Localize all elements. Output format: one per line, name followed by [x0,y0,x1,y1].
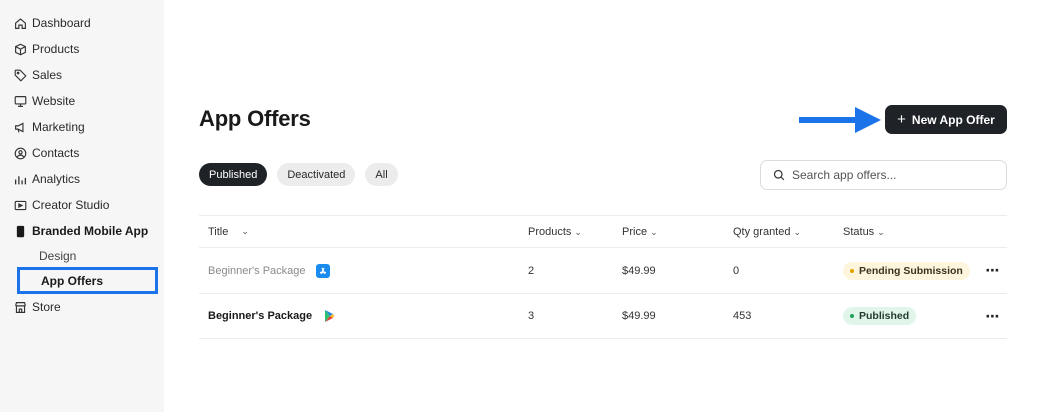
more-options-icon[interactable]: ⋯ [979,262,1007,279]
main-content: App Offers + New App Offer Published Dea… [199,0,1007,412]
offer-price: $49.99 [622,310,656,322]
sidebar-subitem-design[interactable]: Design [0,244,164,267]
chevron-down-icon: ⌄ [650,226,658,237]
offers-table: Title ⌄ Products ⌄ Price ⌄ Qty granted ⌄ Sta… [199,215,1007,339]
page-title: App Offers [199,106,311,131]
phone-icon [14,225,27,238]
sidebar: Dashboard Products Sales Website Marketi… [0,0,164,412]
sidebar-item-store[interactable]: Store [0,294,164,320]
sidebar-item-branded-mobile-app[interactable]: Branded Mobile App [0,218,164,244]
offer-price: $49.99 [622,264,656,277]
monitor-icon [14,95,27,108]
sidebar-item-label: Branded Mobile App [32,224,149,238]
sidebar-item-creator-studio[interactable]: Creator Studio [0,192,164,218]
filter-deactivated[interactable]: Deactivated [277,163,356,186]
sidebar-item-analytics[interactable]: Analytics [0,166,164,192]
sidebar-item-label: Contacts [32,146,80,160]
arrow-right-icon [799,107,881,133]
search-box[interactable] [760,160,1007,190]
box-icon [14,43,27,56]
table-row[interactable]: Beginner's Package 3 $49.99 453 Publishe… [199,293,1007,339]
sidebar-item-label: Analytics [32,172,81,186]
table-header: Title ⌄ Products ⌄ Price ⌄ Qty granted ⌄ Sta… [199,215,1007,247]
bar-chart-icon [14,173,27,186]
new-app-offer-button[interactable]: + New App Offer [885,105,1007,134]
offer-title[interactable]: Beginner's Package [208,265,306,277]
search-input[interactable] [792,168,992,182]
sidebar-item-label: Website [32,94,76,108]
sidebar-item-label: Store [32,300,61,314]
chevron-down-icon: ⌄ [574,226,582,237]
tag-icon [14,69,27,82]
plus-icon: + [897,111,906,128]
google-play-icon [322,309,336,323]
offer-title[interactable]: Beginner's Package [208,310,312,322]
column-header-products[interactable]: Products ⌄ [528,226,622,238]
offer-qty: 0 [733,264,740,277]
status-badge: Published [843,307,917,325]
sidebar-item-label: Dashboard [32,16,91,30]
column-header-title[interactable]: Title ⌄ [199,226,528,238]
filter-all[interactable]: All [365,163,398,186]
offer-products: 2 [528,264,535,277]
filter-published[interactable]: Published [199,163,268,186]
app-store-icon [315,263,330,278]
table-row[interactable]: Beginner's Package 2 $49.99 0 Pending Su… [199,247,1007,293]
sidebar-item-label: Creator Studio [32,198,110,212]
chevron-down-icon: ⌄ [241,226,249,236]
new-app-offer-label: New App Offer [911,112,995,127]
chevron-down-icon: ⌄ [877,226,885,237]
home-icon [14,17,27,30]
search-icon [773,169,785,181]
sidebar-item-label: Sales [32,68,63,82]
megaphone-icon [14,121,27,134]
sidebar-item-label: Marketing [32,120,85,134]
column-header-status[interactable]: Status ⌄ [843,226,979,238]
studio-icon [14,199,27,212]
status-badge: Pending Submission [843,261,970,280]
sidebar-item-dashboard[interactable]: Dashboard [0,10,164,36]
offer-qty: 453 [733,310,752,322]
sidebar-item-website[interactable]: Website [0,88,164,114]
more-options-icon[interactable]: ⋯ [979,308,1007,325]
offer-products: 3 [528,310,535,322]
column-header-price[interactable]: Price ⌄ [622,226,733,238]
chevron-down-icon: ⌄ [793,226,802,237]
sidebar-item-label: App Offers [41,273,104,288]
sidebar-item-products[interactable]: Products [0,36,164,62]
filter-tabs: Published Deactivated All [199,163,398,186]
sidebar-item-marketing[interactable]: Marketing [0,114,164,140]
sidebar-item-label: Products [32,42,80,56]
sidebar-item-contacts[interactable]: Contacts [0,140,164,166]
sidebar-item-sales[interactable]: Sales [0,62,164,88]
store-icon [14,301,27,314]
column-header-qty-granted[interactable]: Qty granted ⌄ [733,226,843,238]
sidebar-item-label: Design [39,248,77,263]
contact-icon [14,147,27,160]
sidebar-subitem-app-offers[interactable]: App Offers [17,267,158,294]
